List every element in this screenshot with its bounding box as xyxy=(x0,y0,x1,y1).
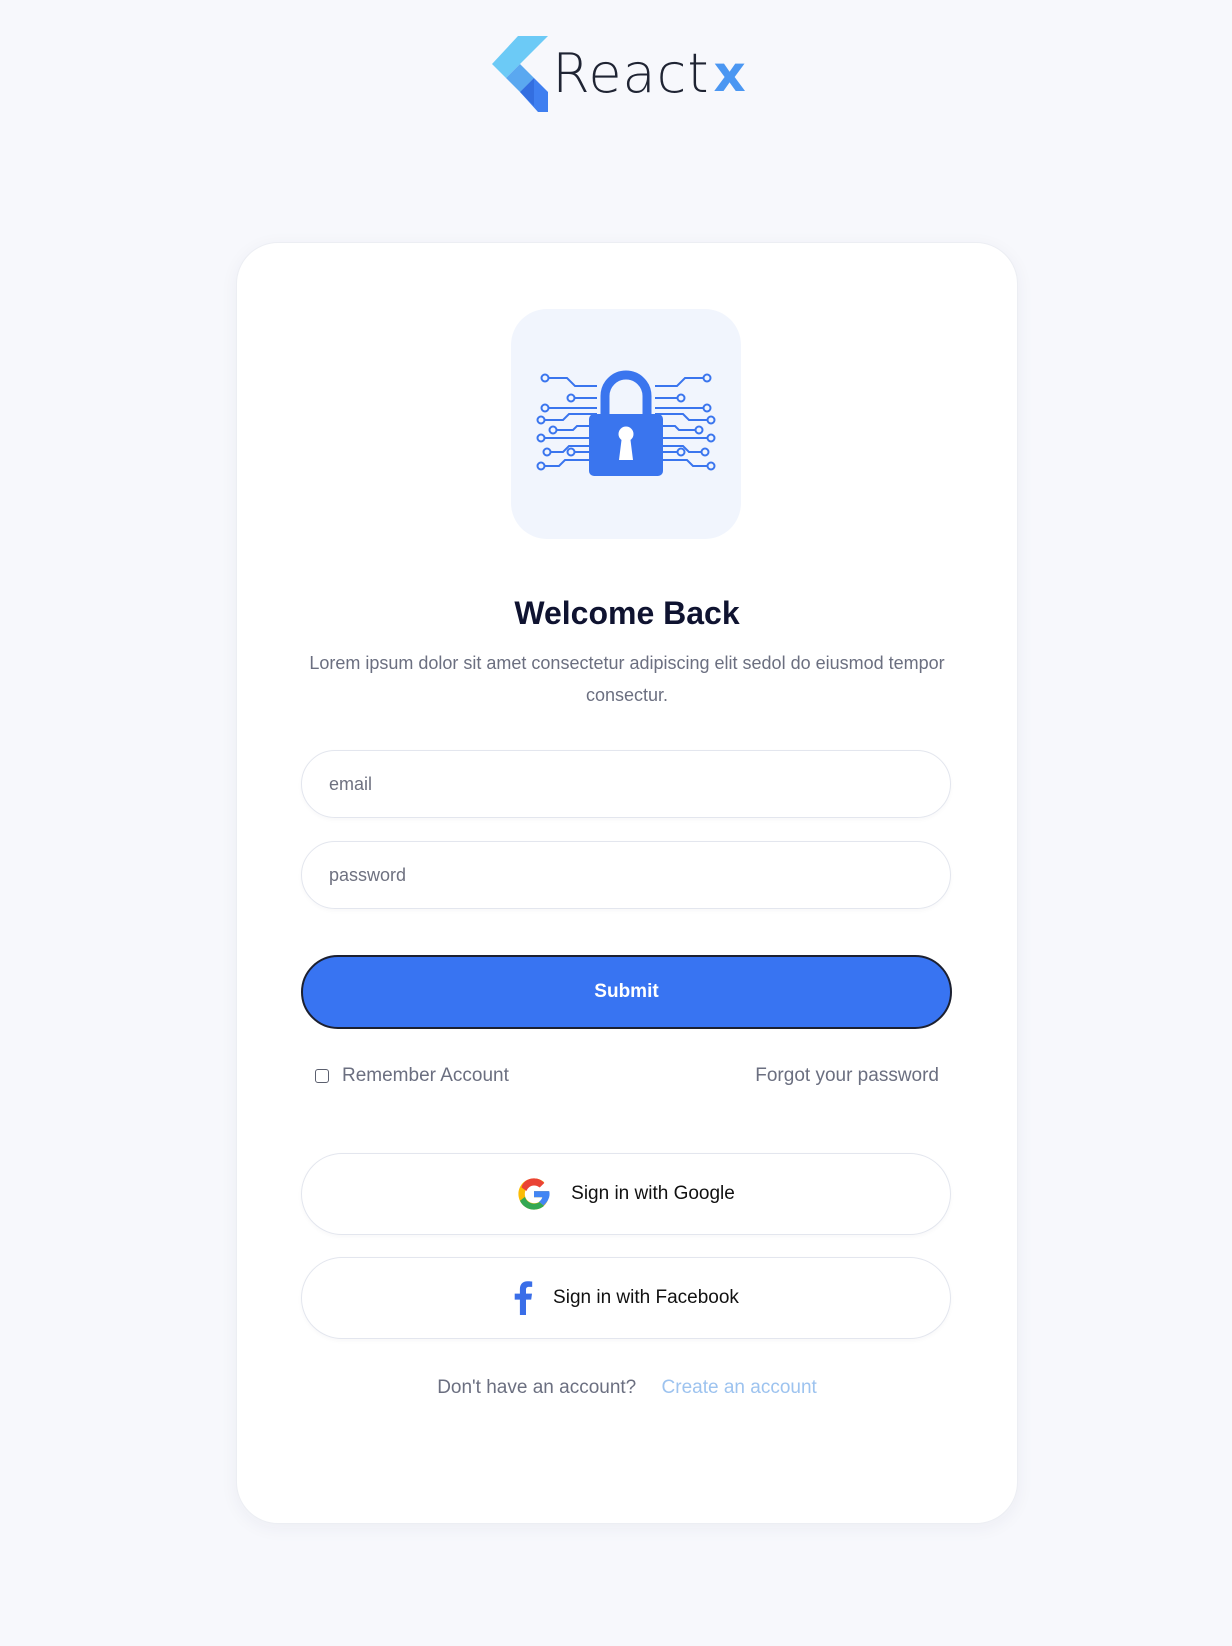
signup-prompt: Don't have an account? Create an account xyxy=(237,1377,1017,1399)
facebook-signin-label: Sign in with Facebook xyxy=(553,1287,739,1308)
remember-label: Remember Account xyxy=(342,1065,509,1086)
google-signin-button[interactable]: Sign in with Google xyxy=(301,1153,951,1235)
hero-icon-box xyxy=(511,309,741,539)
google-signin-label: Sign in with Google xyxy=(571,1183,735,1204)
signup-question: Don't have an account? xyxy=(437,1377,637,1398)
submit-button[interactable]: Submit xyxy=(301,955,952,1029)
password-field[interactable] xyxy=(301,841,951,909)
padlock-circuit-icon xyxy=(536,370,716,476)
create-account-link[interactable]: Create an account xyxy=(662,1377,817,1398)
facebook-icon xyxy=(514,1281,533,1315)
brand-logo: React x xyxy=(0,32,1232,116)
facebook-signin-button[interactable]: Sign in with Facebook xyxy=(301,1257,951,1339)
page-title: Welcome Back xyxy=(514,595,740,631)
remember-account[interactable]: Remember Account xyxy=(315,1065,509,1087)
remember-checkbox[interactable] xyxy=(315,1069,329,1083)
reactx-logo-icon xyxy=(492,36,549,112)
forgot-password-link[interactable]: Forgot your password xyxy=(755,1065,939,1087)
brand-name: React xyxy=(552,42,710,105)
brand-accent: x xyxy=(713,45,746,103)
google-icon xyxy=(518,1178,550,1210)
page-subtitle: Lorem ipsum dolor sit amet consectetur a… xyxy=(309,653,945,705)
email-field[interactable] xyxy=(301,750,951,818)
login-card: Welcome Back Lorem ipsum dolor sit amet … xyxy=(236,242,1018,1524)
